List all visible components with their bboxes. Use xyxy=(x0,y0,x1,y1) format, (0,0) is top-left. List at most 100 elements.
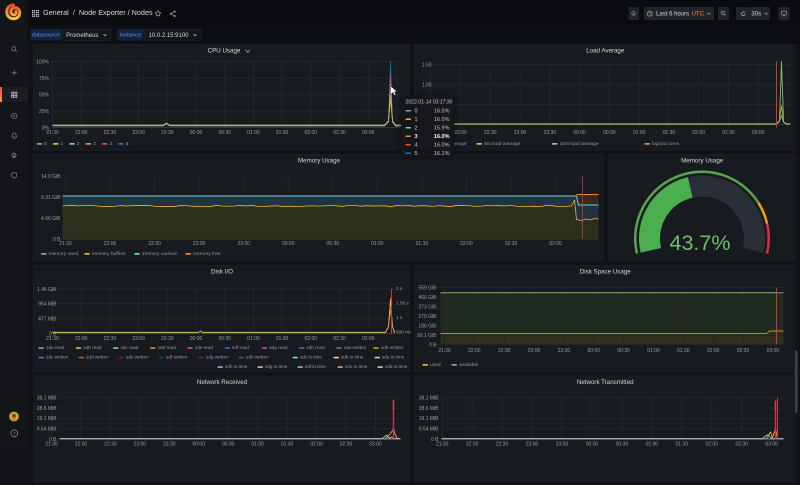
svg-text:sdb io time: sdb io time xyxy=(341,355,364,360)
svg-text:19.1 MiB: 19.1 MiB xyxy=(37,416,57,422)
svg-text:memory buffers: memory buffers xyxy=(92,251,126,257)
svg-text:sdf read: sdf read xyxy=(232,345,249,350)
svg-text:01:00: 01:00 xyxy=(247,336,260,342)
svg-text:01:00: 01:00 xyxy=(646,442,659,448)
svg-text:2: 2 xyxy=(77,141,80,147)
svg-text:02:30: 02:30 xyxy=(333,336,346,342)
svg-text:sdg io time: sdg io time xyxy=(265,364,288,369)
svg-text:22:30: 22:30 xyxy=(104,336,117,342)
svg-text:sda io time: sda io time xyxy=(382,355,405,360)
svg-text:23:30: 23:30 xyxy=(558,348,571,354)
svg-text:03:00: 03:00 xyxy=(549,241,562,247)
svg-text:sdd read: sdd read xyxy=(158,345,177,350)
svg-text:02:00: 02:00 xyxy=(310,442,323,448)
svg-text:01:30: 01:30 xyxy=(416,241,429,247)
svg-text:373 GiB: 373 GiB xyxy=(418,304,437,310)
svg-text:22:00: 22:00 xyxy=(454,130,467,136)
svg-text:23:00: 23:00 xyxy=(132,130,145,136)
svg-text:memory cached: memory cached xyxy=(142,251,177,257)
svg-text:Memory Usage: Memory Usage xyxy=(298,158,341,165)
svg-text:23:30: 23:30 xyxy=(556,442,569,448)
svg-text:sdg read: sdg read xyxy=(269,345,288,350)
svg-text:02:00: 02:00 xyxy=(707,348,720,354)
svg-text:23:00: 23:00 xyxy=(134,442,147,448)
svg-text:1.00: 1.00 xyxy=(422,82,432,88)
svg-text:02:00: 02:00 xyxy=(305,130,318,136)
svg-text:21:30: 21:30 xyxy=(438,348,451,354)
svg-text:02:30: 02:30 xyxy=(333,130,346,136)
svg-text:sde written: sde written xyxy=(126,355,149,360)
svg-text:03:00: 03:00 xyxy=(362,130,375,136)
svg-text:Load Average: Load Average xyxy=(586,48,625,55)
svg-text:25%: 25% xyxy=(39,109,50,115)
svg-text:28.6 MiB: 28.6 MiB xyxy=(419,406,439,412)
svg-text:00:30: 00:30 xyxy=(616,442,629,448)
svg-text:00:00: 00:00 xyxy=(282,241,295,247)
svg-text:1 s: 1 s xyxy=(396,315,403,320)
svg-text:21:30: 21:30 xyxy=(46,130,59,136)
svg-text:22:00: 22:00 xyxy=(104,241,117,247)
svg-text:01:30: 01:30 xyxy=(276,130,289,136)
svg-text:22:00: 22:00 xyxy=(75,130,88,136)
svg-text:3: 3 xyxy=(93,141,96,147)
svg-text:02:00: 02:00 xyxy=(705,442,718,448)
svg-text:?: ? xyxy=(13,431,16,436)
svg-text:14.0 GiB: 14.0 GiB xyxy=(41,174,61,180)
svg-text:22:30: 22:30 xyxy=(496,442,509,448)
svg-text:03:00: 03:00 xyxy=(369,442,382,448)
svg-text:01:30: 01:30 xyxy=(281,442,294,448)
svg-text:01:30: 01:30 xyxy=(677,348,690,354)
svg-text:00:00: 00:00 xyxy=(587,348,600,354)
svg-text:9.54 MiB: 9.54 MiB xyxy=(419,427,439,433)
svg-text:00:30: 00:30 xyxy=(218,336,231,342)
svg-text:5m load average: 5m load average xyxy=(484,141,521,147)
svg-text:Network Received: Network Received xyxy=(197,379,248,386)
svg-text:sdh read: sdh read xyxy=(306,345,325,350)
svg-text:477 MiB: 477 MiB xyxy=(38,316,57,322)
svg-text:01:00: 01:00 xyxy=(371,241,384,247)
svg-text:28.6 MiB: 28.6 MiB xyxy=(37,406,57,412)
svg-text:22:00: 22:00 xyxy=(75,442,88,448)
svg-text:22:00: 22:00 xyxy=(75,336,88,342)
svg-text:sdf io time: sdf io time xyxy=(305,364,326,369)
svg-text:1.50 s: 1.50 s xyxy=(396,300,409,305)
svg-text:00:00: 00:00 xyxy=(190,130,203,136)
svg-text:00:00: 00:00 xyxy=(573,130,586,136)
svg-text:02:00: 02:00 xyxy=(305,336,318,342)
svg-text:21:30: 21:30 xyxy=(46,336,59,342)
svg-text:01:00: 01:00 xyxy=(251,442,264,448)
svg-text:available: available xyxy=(459,362,479,368)
svg-text:sdh written: sdh written xyxy=(246,355,269,360)
svg-text:sdb read: sdb read xyxy=(83,345,102,350)
svg-text:23:00: 23:00 xyxy=(193,241,206,247)
svg-text:Network Transmitted: Network Transmitted xyxy=(577,379,634,386)
svg-text:sde read: sde read xyxy=(195,345,214,350)
svg-text:Memory Usage: Memory Usage xyxy=(681,158,724,165)
svg-text:00:30: 00:30 xyxy=(617,348,630,354)
svg-text:01:30: 01:30 xyxy=(276,336,289,342)
svg-text:21:30: 21:30 xyxy=(59,241,72,247)
svg-text:559 GiB: 559 GiB xyxy=(418,285,437,291)
svg-text:sdc written: sdc written xyxy=(46,355,69,360)
svg-text:19.1 MiB: 19.1 MiB xyxy=(419,416,439,422)
svg-text:23:30: 23:30 xyxy=(161,336,174,342)
svg-text:4: 4 xyxy=(109,141,112,147)
svg-text:01:00: 01:00 xyxy=(247,130,260,136)
svg-text:9.31 GiB: 9.31 GiB xyxy=(41,195,61,201)
svg-text:4.66 GiB: 4.66 GiB xyxy=(41,216,61,222)
svg-text:00:00: 00:00 xyxy=(192,442,205,448)
svg-text:memory free: memory free xyxy=(193,251,221,257)
svg-text:memory used: memory used xyxy=(49,251,79,257)
svg-text:sdg written: sdg written xyxy=(206,355,229,360)
svg-text:0: 0 xyxy=(44,141,47,147)
svg-text:22:00: 22:00 xyxy=(466,442,479,448)
svg-text:93.1 GiB: 93.1 GiB xyxy=(417,333,437,339)
svg-text:00:30: 00:30 xyxy=(222,442,235,448)
svg-text:22:30: 22:30 xyxy=(104,442,117,448)
svg-text:38.1 MiB: 38.1 MiB xyxy=(37,396,57,402)
svg-text:00:30: 00:30 xyxy=(327,241,340,247)
svg-text:186 GiB: 186 GiB xyxy=(418,323,437,329)
svg-text:logical cores: logical cores xyxy=(652,141,680,147)
svg-text:38.1 MiB: 38.1 MiB xyxy=(419,396,439,402)
svg-text:00:30: 00:30 xyxy=(218,130,231,136)
